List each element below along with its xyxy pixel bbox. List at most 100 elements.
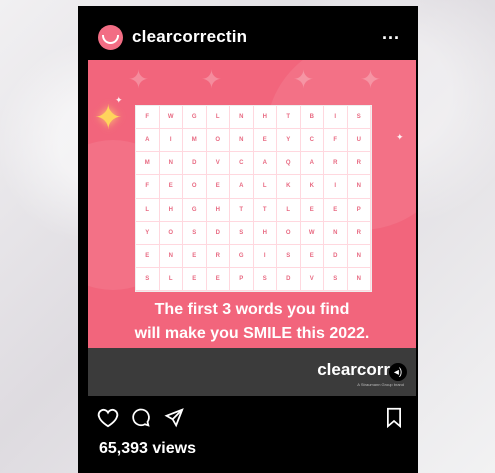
word-search-letter: E — [183, 244, 207, 268]
decorative-star-icon: ✦ — [360, 66, 381, 94]
word-search-letter: V — [300, 267, 324, 291]
word-search-letter: S — [136, 267, 160, 291]
word-search-letter: N — [159, 244, 183, 268]
word-search-letter: F — [324, 129, 348, 153]
decorative-star-icon: ✦ — [293, 66, 314, 94]
send-icon[interactable] — [162, 406, 185, 429]
word-search-letter: S — [324, 267, 348, 291]
word-search-letter: G — [183, 198, 207, 222]
word-search-letter: L — [253, 175, 277, 199]
word-search-letter: H — [253, 221, 277, 245]
more-options-icon[interactable]: ... — [382, 23, 400, 44]
post-header: clearcorrectin ... — [78, 6, 418, 60]
word-search-letter: N — [324, 221, 348, 245]
word-search-letter: W — [159, 106, 183, 130]
view-count: 65,393 views — [99, 440, 196, 457]
word-search-letter: N — [230, 106, 254, 130]
brand-bar: clearcorr A Straumann Group brand ◂) — [88, 348, 416, 396]
sound-icon[interactable]: ◂) — [389, 363, 407, 381]
word-search-letter: K — [277, 175, 301, 199]
word-search-letter: D — [183, 152, 207, 176]
word-search-letter: N — [347, 267, 371, 291]
word-search-letter: E — [300, 198, 324, 222]
brand-subtitle: A Straumann Group brand — [357, 382, 404, 387]
post-image[interactable]: ✦ ✦ ✦ ✦ ✦ ✦ ✦ FWGLNHTBISAIMONEYCFUMNDVCA… — [88, 60, 416, 396]
word-search-letter: O — [206, 129, 230, 153]
word-search-letter: D — [206, 221, 230, 245]
word-search-letter: W — [300, 221, 324, 245]
word-search-letter: I — [159, 129, 183, 153]
word-search-letter: E — [253, 129, 277, 153]
word-search-letter: S — [183, 221, 207, 245]
word-search-letter: R — [347, 152, 371, 176]
word-search-letter: P — [230, 267, 254, 291]
word-search-letter: O — [159, 221, 183, 245]
word-search-letter: U — [347, 129, 371, 153]
profile-avatar[interactable] — [98, 25, 123, 50]
comment-icon[interactable] — [129, 406, 152, 429]
word-search-letter: E — [206, 175, 230, 199]
word-search-letter: Y — [277, 129, 301, 153]
word-search-letter: S — [230, 221, 254, 245]
word-search-letter: C — [230, 152, 254, 176]
word-search-letter: H — [206, 198, 230, 222]
word-search-letter: I — [253, 244, 277, 268]
word-search-letter: F — [136, 175, 160, 199]
word-search-letter: I — [324, 106, 348, 130]
word-search-letter: H — [253, 106, 277, 130]
word-search-letter: R — [347, 221, 371, 245]
word-search-letter: E — [159, 175, 183, 199]
word-search-letter: S — [277, 244, 301, 268]
word-search-letter: G — [183, 106, 207, 130]
word-search-letter: D — [324, 244, 348, 268]
word-search-letter: N — [347, 175, 371, 199]
word-search-letter: A — [230, 175, 254, 199]
word-search-letter: N — [347, 244, 371, 268]
word-search-letter: M — [136, 152, 160, 176]
post-image-caption: The first 3 words you find will make you… — [88, 298, 416, 346]
word-search-letter: L — [206, 106, 230, 130]
word-search-letter: E — [136, 244, 160, 268]
word-search-letter: D — [277, 267, 301, 291]
word-search-letter: A — [300, 152, 324, 176]
word-search-letter: L — [136, 198, 160, 222]
word-search-letter: T — [253, 198, 277, 222]
heart-icon[interactable] — [96, 406, 119, 429]
word-search-letter: N — [159, 152, 183, 176]
word-search-letter: F — [136, 106, 160, 130]
word-search-letter: E — [183, 267, 207, 291]
word-search-letter: P — [347, 198, 371, 222]
word-search-letter: T — [277, 106, 301, 130]
bookmark-icon[interactable] — [382, 406, 405, 429]
username[interactable]: clearcorrectin — [132, 27, 247, 47]
word-search-letter: I — [324, 175, 348, 199]
word-search-letter: O — [277, 221, 301, 245]
word-search-letter: R — [324, 152, 348, 176]
tiny-sparkle-icon: ✦ — [115, 95, 123, 105]
word-search-letter: V — [206, 152, 230, 176]
word-search-letter: E — [300, 244, 324, 268]
word-search-letter: N — [230, 129, 254, 153]
word-search-grid: FWGLNHTBISAIMONEYCFUMNDVCAQARRFEOEALKKIN… — [135, 105, 372, 292]
caption-line-2: will make you SMILE this 2022. — [134, 325, 370, 342]
word-search-letter: E — [324, 198, 348, 222]
word-search-letter: R — [206, 244, 230, 268]
action-bar — [78, 397, 418, 428]
word-search-letter: Q — [277, 152, 301, 176]
instagram-post-view: clearcorrectin ... ✦ ✦ ✦ ✦ ✦ ✦ ✦ FWGLNHT… — [78, 6, 418, 473]
word-search-letter: A — [136, 129, 160, 153]
word-search-letter: B — [300, 106, 324, 130]
word-search-letter: G — [230, 244, 254, 268]
word-search-letter: O — [183, 175, 207, 199]
caption-line-1: The first 3 words you find — [154, 301, 350, 318]
word-search-letter: M — [183, 129, 207, 153]
word-search-letter: S — [253, 267, 277, 291]
word-search-letter: L — [159, 267, 183, 291]
word-search-letter: S — [347, 106, 371, 130]
word-search-letter: E — [206, 267, 230, 291]
word-search-letter: K — [300, 175, 324, 199]
tiny-sparkle-icon: ✦ — [396, 132, 404, 142]
word-search-letter: T — [230, 198, 254, 222]
word-search-letter: A — [253, 152, 277, 176]
word-search-letter: C — [300, 129, 324, 153]
